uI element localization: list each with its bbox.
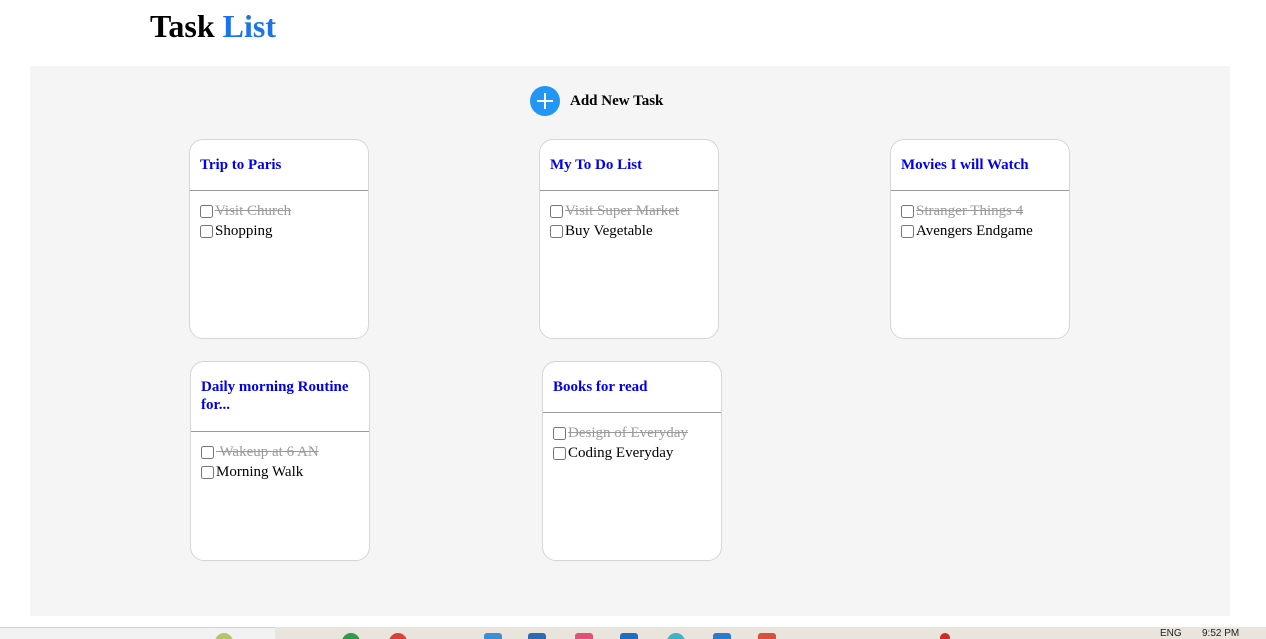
task-board: Add New Task Trip to Paris Visit Church … [30,66,1230,616]
task-card-trip-to-paris: Trip to Paris Visit Church Shopping [189,139,369,339]
task-label: Buy Vegetable [565,222,653,239]
task-item: Design of Everyday [553,423,711,443]
card-title: Daily morning Routine for... [191,362,369,432]
os-taskbar: ENG 9:52 PM [0,627,1266,639]
task-label: Design of Everyday [568,424,688,441]
task-label: Coding Everyday [568,444,674,461]
task-item: Shopping [200,221,358,241]
app-icon[interactable] [575,633,593,639]
task-checkbox[interactable] [901,204,914,218]
task-label: Avengers Endgame [916,222,1033,239]
task-label: Visit Church [215,202,292,219]
task-card-my-to-do-list: My To Do List Visit Super Market Buy Veg… [539,139,719,339]
plus-circle-icon[interactable] [530,86,560,116]
app-icon[interactable] [342,633,360,639]
page-title-main: Task [150,8,215,44]
app-icon[interactable] [620,633,638,639]
task-item: Buy Vegetable [550,221,708,241]
task-checkbox[interactable] [550,224,563,238]
card-title: Books for read [543,362,721,413]
add-new-task-label: Add New Task [570,92,664,109]
task-item: Visit Church [200,201,358,221]
clock[interactable]: 9:52 PM [1202,628,1239,639]
app-icon[interactable] [484,633,502,639]
task-label: Shopping [215,222,273,239]
task-label: Morning Walk [216,463,304,480]
app-icon[interactable] [758,633,776,639]
task-item: Morning Walk [201,462,359,482]
page-title-accent: List [222,8,276,44]
language-indicator[interactable]: ENG [1160,628,1182,639]
add-new-task-button[interactable]: Add New Task [530,86,663,116]
task-item: Visit Super Market [550,201,708,221]
card-title: Trip to Paris [190,140,368,191]
task-card-movies: Movies I will Watch Stranger Things 4 Av… [890,139,1070,339]
task-card-books-for-read: Books for read Design of Everyday Coding… [542,361,722,561]
task-card-daily-morning-routine: Daily morning Routine for... Wakeup at 6… [190,361,370,561]
task-checkbox[interactable] [200,204,213,218]
tray-icon[interactable] [940,633,950,639]
app-icon[interactable] [667,633,685,639]
task-item: Stranger Things 4 [901,201,1059,221]
task-checkbox[interactable] [201,465,214,479]
app-icon[interactable] [713,633,731,639]
task-checkbox[interactable] [553,446,566,460]
task-checkbox[interactable] [550,204,563,218]
chrome-icon[interactable] [389,633,407,639]
task-label: Visit Super Market [565,202,680,219]
task-label: Wakeup at 6 AN [216,443,319,460]
task-label: Stranger Things 4 [916,202,1024,219]
task-item: Coding Everyday [553,443,711,463]
task-item: Wakeup at 6 AN [201,442,359,462]
card-title: My To Do List [540,140,718,191]
card-title: Movies I will Watch [891,140,1069,191]
task-checkbox[interactable] [201,445,214,459]
task-checkbox[interactable] [200,224,213,238]
taskbar-search-area[interactable] [0,627,275,639]
task-checkbox[interactable] [553,426,566,440]
task-item: Avengers Endgame [901,221,1059,241]
app-icon[interactable] [528,633,546,639]
task-checkbox[interactable] [901,224,914,238]
page-title: Task List [150,6,276,46]
